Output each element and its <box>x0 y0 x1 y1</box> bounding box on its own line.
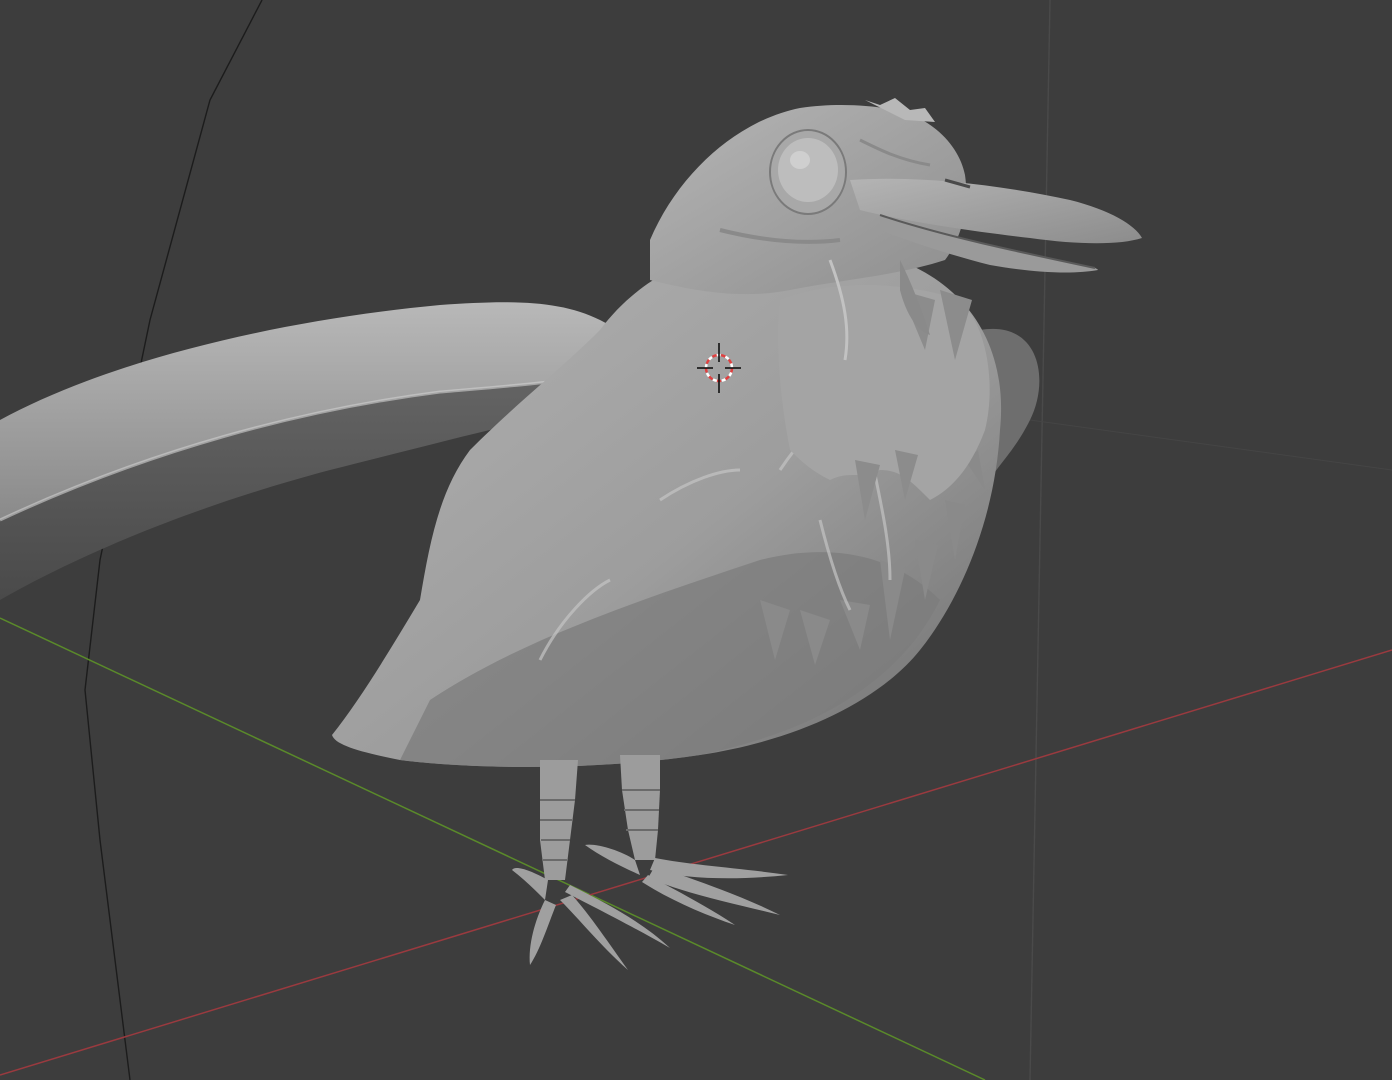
viewport-canvas[interactable] <box>0 0 1392 1080</box>
3d-viewport[interactable] <box>0 0 1392 1080</box>
crow-legs[interactable] <box>512 755 788 970</box>
